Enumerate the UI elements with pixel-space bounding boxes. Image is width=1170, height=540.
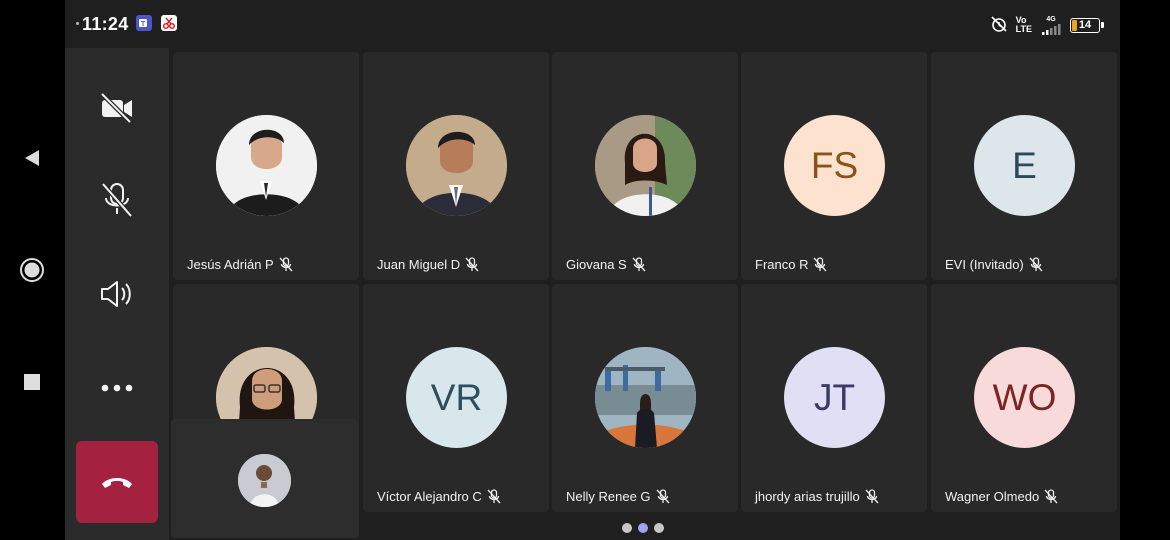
- participant-name-bar: EVI (Invitado): [945, 253, 1043, 275]
- page-indicator[interactable]: [622, 523, 664, 533]
- participant-name: Jesús Adrián P: [187, 256, 274, 272]
- status-bar: 11:24 T Vo LTE 4G 14: [65, 0, 1120, 48]
- participant-name-bar: Wagner Olmedo: [945, 485, 1058, 507]
- muted-mic-icon: [487, 488, 501, 504]
- svg-text:T: T: [141, 21, 146, 28]
- hang-up-button[interactable]: [76, 441, 158, 523]
- page-dot[interactable]: [654, 523, 664, 533]
- participant-avatar: [406, 115, 507, 216]
- more-options-button[interactable]: [65, 358, 169, 418]
- participant-name: Giovana S: [566, 256, 627, 272]
- participant-tile[interactable]: Nelly Renee G: [552, 284, 738, 512]
- camera-toggle-button[interactable]: [65, 78, 169, 138]
- participant-tile[interactable]: Giovana S: [552, 52, 738, 280]
- home-icon[interactable]: [16, 254, 48, 286]
- participant-name: jhordy arias trujillo: [755, 488, 860, 504]
- participant-tile[interactable]: FS Franco R: [741, 52, 927, 280]
- participant-name-bar: Franco R: [755, 253, 827, 275]
- participant-avatar: VR: [406, 347, 507, 448]
- mic-toggle-button[interactable]: [65, 170, 169, 230]
- participant-avatar: FS: [784, 115, 885, 216]
- muted-mic-icon: [1044, 488, 1058, 504]
- muted-mic-icon: [865, 488, 879, 504]
- participant-name: Víctor Alejandro C: [377, 488, 482, 504]
- participant-name-bar: Víctor Alejandro C: [377, 485, 501, 507]
- clock: 11:24: [82, 14, 129, 34]
- battery-indicator: 14: [1070, 17, 1104, 33]
- participant-tile[interactable]: WO Wagner Olmedo: [931, 284, 1117, 512]
- speaker-button[interactable]: [65, 264, 169, 324]
- recents-icon[interactable]: [16, 366, 48, 398]
- participant-initials: VR: [430, 376, 483, 418]
- no-alarm-icon: [990, 15, 1008, 35]
- participant-name-bar: Nelly Renee G: [566, 485, 670, 507]
- participant-name: Franco R: [755, 256, 809, 272]
- android-nav-bar: [0, 0, 65, 540]
- participant-name: Nelly Renee G: [566, 488, 651, 504]
- participant-tile[interactable]: E EVI (Invitado): [931, 52, 1117, 280]
- participant-name-bar: Jesús Adrián P: [187, 253, 293, 275]
- participant-tile[interactable]: JT jhordy arias trujillo: [741, 284, 927, 512]
- screen-edge: [1120, 0, 1170, 540]
- muted-mic-icon: [813, 256, 827, 272]
- call-controls: [65, 48, 169, 540]
- participant-tile[interactable]: Jesús Adrián P: [173, 52, 359, 280]
- muted-mic-icon: [632, 256, 646, 272]
- muted-mic-icon: [1029, 256, 1043, 272]
- participant-avatar: [216, 115, 317, 216]
- participant-name: Juan Miguel D: [377, 256, 461, 272]
- muted-mic-icon: [656, 488, 670, 504]
- participant-avatar: [595, 347, 696, 448]
- battery-icon: 14: [1070, 17, 1100, 33]
- participant-initials: WO: [992, 376, 1057, 418]
- participant-avatar: WO: [974, 347, 1075, 448]
- mic-off-icon: [101, 182, 133, 218]
- participant-avatar: E: [974, 115, 1075, 216]
- self-view[interactable]: [171, 419, 359, 538]
- speaker-icon: [101, 281, 131, 307]
- participant-initials: E: [1012, 144, 1037, 186]
- participant-name-bar: jhordy arias trujillo: [755, 485, 879, 507]
- hang-up-icon: [102, 478, 132, 488]
- muted-mic-icon: [465, 256, 479, 272]
- participant-avatar: [595, 115, 696, 216]
- participant-initials: JT: [813, 376, 856, 418]
- muted-mic-icon: [279, 256, 293, 272]
- volte-indicator: Vo LTE: [1015, 15, 1032, 34]
- participant-name: EVI (Invitado): [945, 256, 1024, 272]
- participant-tile[interactable]: Juan Miguel D: [363, 52, 549, 280]
- page-dot-active[interactable]: [638, 523, 648, 533]
- scissors-app-icon: [161, 15, 177, 31]
- signal-indicator: 4G: [1040, 16, 1062, 35]
- notification-dot: [76, 22, 79, 25]
- participant-name-bar: Giovana S: [566, 253, 646, 275]
- participant-initials: FS: [810, 144, 859, 186]
- self-avatar: [238, 454, 291, 507]
- participant-tile[interactable]: VR Víctor Alejandro C: [363, 284, 549, 512]
- camera-off-icon: [100, 92, 132, 124]
- page-dot[interactable]: [622, 523, 632, 533]
- more-icon: [101, 384, 133, 392]
- teams-icon: T: [136, 15, 152, 31]
- status-indicators: Vo LTE 4G 14: [990, 13, 1104, 37]
- participant-avatar: JT: [784, 347, 885, 448]
- participant-name: Wagner Olmedo: [945, 488, 1040, 504]
- signal-bars-icon: [1042, 23, 1061, 35]
- participant-name-bar: Juan Miguel D: [377, 253, 479, 275]
- back-icon[interactable]: [16, 142, 48, 174]
